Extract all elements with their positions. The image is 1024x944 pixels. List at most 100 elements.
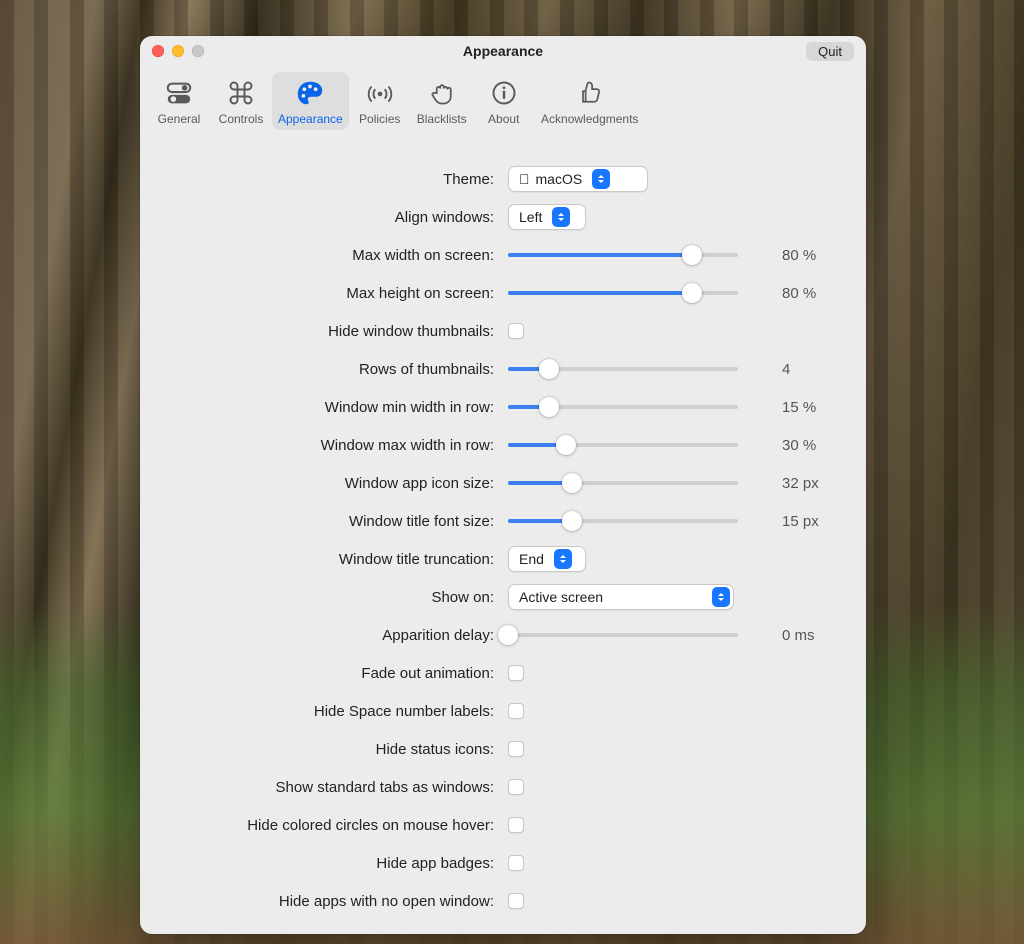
- tab-label: General: [158, 112, 201, 126]
- delay-slider[interactable]: [508, 625, 738, 645]
- hide-no-window-checkbox[interactable]: [508, 893, 524, 909]
- row-hide-status: Hide status icons:: [164, 730, 842, 768]
- row-hide-space: Hide Space number labels:: [164, 692, 842, 730]
- truncation-popup[interactable]: End: [508, 546, 586, 572]
- row-truncation: Window title truncation: End: [164, 540, 842, 578]
- show-on-value: Active screen: [519, 589, 603, 605]
- row-icon-size: Window app icon size: 32 px: [164, 464, 842, 502]
- show-on-popup[interactable]: Active screen: [508, 584, 734, 610]
- info-icon: [487, 76, 521, 110]
- hand-icon: [425, 76, 459, 110]
- command-icon: [224, 76, 258, 110]
- tab-label: Blacklists: [417, 112, 467, 126]
- tab-general[interactable]: General: [148, 72, 210, 130]
- row-align: Align windows: Left: [164, 198, 842, 236]
- hide-badges-checkbox[interactable]: [508, 855, 524, 871]
- label-font-size: Window title font size:: [164, 513, 494, 530]
- font-size-value: 15 px: [782, 513, 842, 530]
- max-height-slider[interactable]: [508, 283, 738, 303]
- toolbar: General Controls Appearance: [140, 66, 866, 136]
- tab-policies[interactable]: Policies: [349, 72, 411, 130]
- label-align: Align windows:: [164, 209, 494, 226]
- row-hide-thumbs: Hide window thumbnails:: [164, 312, 842, 350]
- row-font-size: Window title font size: 15 px: [164, 502, 842, 540]
- icon-size-value: 32 px: [782, 475, 842, 492]
- row-max-w: Window max width in row: 30 %: [164, 426, 842, 464]
- label-hide-status: Hide status icons:: [164, 741, 494, 758]
- label-fade: Fade out animation:: [164, 665, 494, 682]
- toggles-icon: [162, 76, 196, 110]
- tab-blacklists[interactable]: Blacklists: [411, 72, 473, 130]
- tab-about[interactable]: About: [473, 72, 535, 130]
- hide-space-checkbox[interactable]: [508, 703, 524, 719]
- titlebar: Appearance Quit: [140, 36, 866, 66]
- label-truncation: Window title truncation:: [164, 551, 494, 568]
- std-tabs-checkbox[interactable]: [508, 779, 524, 795]
- window-title: Appearance: [140, 43, 866, 59]
- hide-status-checkbox[interactable]: [508, 741, 524, 757]
- delay-value: 0 ms: [782, 627, 842, 644]
- tab-label: Policies: [359, 112, 400, 126]
- rows-slider[interactable]: [508, 359, 738, 379]
- row-fade: Fade out animation:: [164, 654, 842, 692]
- label-icon-size: Window app icon size:: [164, 475, 494, 492]
- row-hide-no-window: Hide apps with no open window:: [164, 882, 842, 920]
- apple-icon: : [519, 171, 530, 187]
- max-height-value: 80 %: [782, 285, 842, 302]
- theme-popup[interactable]:  macOS: [508, 166, 648, 192]
- thumbs-up-icon: [573, 76, 607, 110]
- tab-controls[interactable]: Controls: [210, 72, 272, 130]
- max-width-slider[interactable]: [508, 245, 738, 265]
- fade-checkbox[interactable]: [508, 665, 524, 681]
- max-width-value: 80 %: [782, 247, 842, 264]
- truncation-value: End: [519, 551, 544, 567]
- rows-value: 4: [782, 361, 842, 378]
- chevron-updown-icon: [712, 587, 730, 607]
- row-theme: Theme:  macOS: [164, 160, 842, 198]
- font-size-slider[interactable]: [508, 511, 738, 531]
- align-popup[interactable]: Left: [508, 204, 586, 230]
- icon-size-slider[interactable]: [508, 473, 738, 493]
- label-max-height: Max height on screen:: [164, 285, 494, 302]
- label-hide-thumbs: Hide window thumbnails:: [164, 323, 494, 340]
- row-hide-badges: Hide app badges:: [164, 844, 842, 882]
- row-std-tabs: Show standard tabs as windows:: [164, 768, 842, 806]
- label-std-tabs: Show standard tabs as windows:: [164, 779, 494, 796]
- label-delay: Apparition delay:: [164, 627, 494, 644]
- label-rows: Rows of thumbnails:: [164, 361, 494, 378]
- label-min-w: Window min width in row:: [164, 399, 494, 416]
- row-max-height: Max height on screen: 80 %: [164, 274, 842, 312]
- hide-thumbs-checkbox[interactable]: [508, 323, 524, 339]
- row-max-width: Max width on screen: 80 %: [164, 236, 842, 274]
- tab-acknowledgments[interactable]: Acknowledgments: [535, 72, 645, 130]
- min-w-slider[interactable]: [508, 397, 738, 417]
- antenna-icon: [363, 76, 397, 110]
- max-w-value: 30 %: [782, 437, 842, 454]
- chevron-updown-icon: [552, 207, 570, 227]
- label-hide-circles: Hide colored circles on mouse hover:: [164, 817, 494, 834]
- label-theme: Theme:: [164, 171, 494, 188]
- label-max-width: Max width on screen:: [164, 247, 494, 264]
- tab-label: Controls: [219, 112, 264, 126]
- label-max-w: Window max width in row:: [164, 437, 494, 454]
- label-hide-no-window: Hide apps with no open window:: [164, 893, 494, 910]
- label-show-on: Show on:: [164, 589, 494, 606]
- chevron-updown-icon: [554, 549, 572, 569]
- palette-icon: [293, 76, 327, 110]
- tab-label: Appearance: [278, 112, 343, 126]
- label-hide-space: Hide Space number labels:: [164, 703, 494, 720]
- settings-pane: Theme:  macOS Align windows: Left: [140, 136, 866, 934]
- row-rows: Rows of thumbnails: 4: [164, 350, 842, 388]
- tab-appearance[interactable]: Appearance: [272, 72, 349, 130]
- preferences-window: Appearance Quit General Controls: [140, 36, 866, 934]
- row-hide-circles: Hide colored circles on mouse hover:: [164, 806, 842, 844]
- row-min-w: Window min width in row: 15 %: [164, 388, 842, 426]
- row-show-on: Show on: Active screen: [164, 578, 842, 616]
- min-w-value: 15 %: [782, 399, 842, 416]
- align-value: Left: [519, 209, 542, 225]
- max-w-slider[interactable]: [508, 435, 738, 455]
- tab-label: Acknowledgments: [541, 112, 638, 126]
- chevron-updown-icon: [592, 169, 610, 189]
- hide-circles-checkbox[interactable]: [508, 817, 524, 833]
- row-delay: Apparition delay: 0 ms: [164, 616, 842, 654]
